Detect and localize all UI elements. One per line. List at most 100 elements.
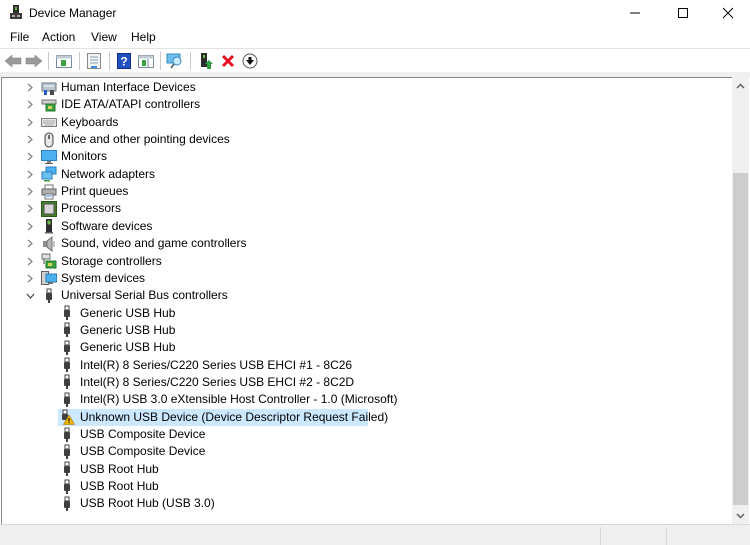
update-driver-button[interactable] xyxy=(197,52,215,70)
usb-device-icon xyxy=(59,479,75,495)
usb-device-item[interactable]: USB Composite Device xyxy=(2,426,722,443)
mouse-icon xyxy=(41,132,57,148)
scrollbar-thumb[interactable] xyxy=(733,173,748,505)
usb-device-item[interactable]: Generic USB Hub xyxy=(2,339,722,356)
usb-device-label: USB Root Hub (USB 3.0) xyxy=(80,496,215,511)
usb-device-item[interactable]: USB Root Hub xyxy=(2,478,722,495)
vertical-scrollbar[interactable] xyxy=(732,77,749,524)
disable-device-button[interactable] xyxy=(241,52,259,70)
usb-device-icon xyxy=(59,305,75,321)
tree-category-label: IDE ATA/ATAPI controllers xyxy=(61,97,201,112)
usb-device-label: USB Root Hub xyxy=(80,479,159,494)
chevron-right-icon xyxy=(27,118,33,127)
usb-device-item[interactable]: Generic USB Hub xyxy=(2,322,722,339)
toolbar-separator xyxy=(160,52,161,70)
expand-chevron[interactable] xyxy=(25,79,35,96)
tree-category-processors[interactable]: Processors xyxy=(2,200,722,217)
tree-category-sound-video-and-game-controllers[interactable]: Sound, video and game controllers xyxy=(2,235,722,252)
tree-category-software-devices[interactable]: Software devices xyxy=(2,218,722,235)
usb-device-item[interactable]: USB Root Hub (USB 3.0) xyxy=(2,495,722,512)
tree-category-universal-serial-bus-controllers[interactable]: Universal Serial Bus controllers xyxy=(2,287,722,304)
tree-category-label: Storage controllers xyxy=(61,253,162,268)
back-button[interactable] xyxy=(4,52,22,70)
minimize-icon xyxy=(630,12,640,14)
help-button[interactable]: ? xyxy=(115,52,133,70)
tree-category-storage-controllers[interactable]: Storage controllers xyxy=(2,253,722,270)
usb-device-item[interactable]: Intel(R) USB 3.0 eXtensible Host Control… xyxy=(2,391,722,408)
storage-controller-icon xyxy=(41,253,57,269)
menu-help[interactable]: Help xyxy=(131,30,156,44)
scroll-down-button[interactable] xyxy=(732,507,749,524)
usb-device-icon xyxy=(59,392,75,408)
toolbar: ? xyxy=(0,48,750,72)
collapse-chevron[interactable] xyxy=(25,287,35,304)
chevron-right-icon xyxy=(27,222,33,231)
speaker-icon xyxy=(41,235,57,252)
usb-device-label: Generic USB Hub xyxy=(80,322,176,337)
tree-category-label: Network adapters xyxy=(61,166,156,181)
maximize-button[interactable] xyxy=(660,0,706,26)
expand-chevron[interactable] xyxy=(25,235,35,252)
tree-category-human-interface-devices[interactable]: Human Interface Devices xyxy=(2,79,722,96)
usb-device-item[interactable]: USB Composite Device xyxy=(2,443,722,460)
scan-hardware-changes-button[interactable] xyxy=(166,52,184,70)
show-hide-console-tree-button[interactable] xyxy=(55,52,73,70)
menu-action[interactable]: Action xyxy=(42,30,75,44)
usb-device-item[interactable]: Intel(R) 8 Series/C220 Series USB EHCI #… xyxy=(2,357,722,374)
tree-category-monitors[interactable]: Monitors xyxy=(2,148,722,165)
tree-category-print-queues[interactable]: Print queues xyxy=(2,183,722,200)
chevron-right-icon xyxy=(27,257,33,265)
tree-category-ide-ata-atapi-controllers[interactable]: IDE ATA/ATAPI controllers xyxy=(2,96,722,113)
red-x-icon xyxy=(221,54,235,68)
expand-chevron[interactable] xyxy=(25,131,35,148)
usb-icon xyxy=(41,288,57,304)
toolbar-separator xyxy=(48,52,49,70)
help-icon: ? xyxy=(117,53,131,69)
usb-device-item[interactable]: USB Root Hub xyxy=(2,461,722,478)
chevron-down-icon xyxy=(736,512,745,519)
tree-category-label: Universal Serial Bus controllers xyxy=(61,288,228,303)
expand-chevron[interactable] xyxy=(25,253,35,270)
device-tree[interactable]: Human Interface Devices IDE ATA/ATAPI con… xyxy=(1,77,732,524)
expand-chevron[interactable] xyxy=(25,114,35,131)
monitor-icon xyxy=(41,149,57,165)
usb-device-icon xyxy=(59,340,75,356)
tree-category-label: Monitors xyxy=(61,149,108,164)
expand-chevron[interactable] xyxy=(25,218,35,235)
properties-button[interactable] xyxy=(85,52,103,70)
expand-chevron[interactable] xyxy=(25,200,35,217)
tree-category-label: Software devices xyxy=(61,218,153,233)
forward-button[interactable] xyxy=(25,52,43,70)
chevron-right-icon xyxy=(27,204,33,213)
usb-device-icon xyxy=(59,357,75,373)
minimize-button[interactable] xyxy=(612,0,658,26)
tree-category-system-devices[interactable]: System devices xyxy=(2,270,722,287)
svg-text:?: ? xyxy=(120,55,127,69)
tree-category-mice-and-other-pointing-devices[interactable]: Mice and other pointing devices xyxy=(2,131,722,148)
usb-device-icon xyxy=(59,496,75,512)
usb-device-label: USB Root Hub xyxy=(80,461,159,476)
close-button[interactable] xyxy=(705,0,750,26)
scroll-up-button[interactable] xyxy=(732,77,749,94)
down-arrow-circle-icon xyxy=(242,53,258,69)
tree-category-keyboards[interactable]: Keyboards xyxy=(2,114,722,131)
tree-category-network-adapters[interactable]: Network adapters xyxy=(2,166,722,183)
uninstall-device-button[interactable] xyxy=(219,52,237,70)
menu-bar: File Action View Help xyxy=(0,26,750,48)
menu-view[interactable]: View xyxy=(91,30,117,44)
expand-chevron[interactable] xyxy=(25,148,35,165)
expand-chevron[interactable] xyxy=(25,270,35,287)
usb-device-item[interactable]: Intel(R) 8 Series/C220 Series USB EHCI #… xyxy=(2,374,722,391)
show-action-pane-button[interactable] xyxy=(137,52,155,70)
expand-chevron[interactable] xyxy=(25,166,35,183)
expand-chevron[interactable] xyxy=(25,96,35,113)
tree-category-label: Processors xyxy=(61,201,122,216)
expand-chevron[interactable] xyxy=(25,183,35,200)
action-pane-icon xyxy=(138,55,154,68)
printer-icon xyxy=(41,184,57,200)
maximize-icon xyxy=(678,8,688,18)
usb-device-item[interactable]: Unknown USB Device (Device Descriptor Re… xyxy=(2,408,722,426)
close-icon xyxy=(722,7,734,19)
usb-device-item[interactable]: Generic USB Hub xyxy=(2,305,722,322)
menu-file[interactable]: File xyxy=(10,30,29,44)
